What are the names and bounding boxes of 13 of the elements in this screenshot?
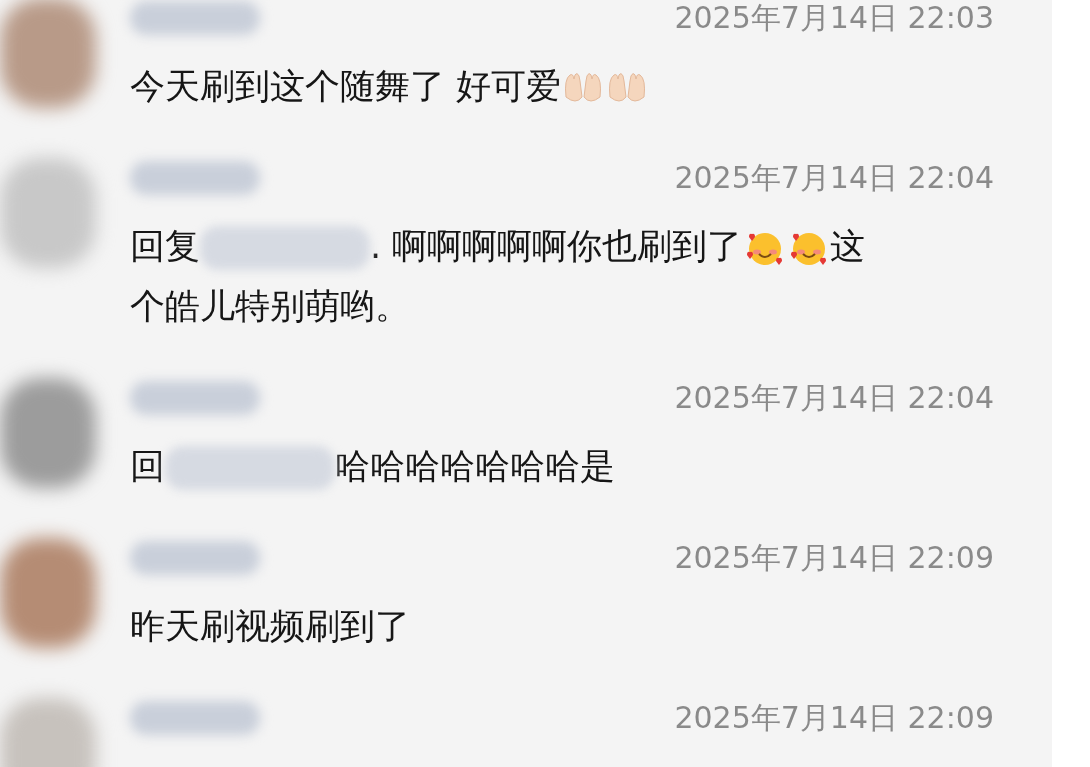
comment-timestamp: 2025年7月14日 22:04 [674,158,994,197]
comment-timestamp: 2025年7月14日 22:04 [674,378,994,417]
comment-text: . 啊啊啊啊啊你也刷到了 [370,226,743,266]
comment-text: 今天刷到这个随舞了 好可爱 [130,66,562,106]
comment-text: 回复 [130,226,200,266]
comment-text: 个皓儿特别萌哟。 [130,286,410,326]
comment-text: 这 [830,226,866,266]
comment-timestamp: 2025年7月14日 22:09 [674,538,994,577]
comment-text: 哈哈哈哈哈哈哈是 [335,446,615,486]
comment-text: 昨天刷视频刷到了 [130,606,410,646]
comment-text: 回 [130,446,165,486]
comment-timestamp: 2025年7月14日 22:09 [674,698,994,737]
comment-timestamp: 2025年7月14日 22:03 [674,0,994,37]
